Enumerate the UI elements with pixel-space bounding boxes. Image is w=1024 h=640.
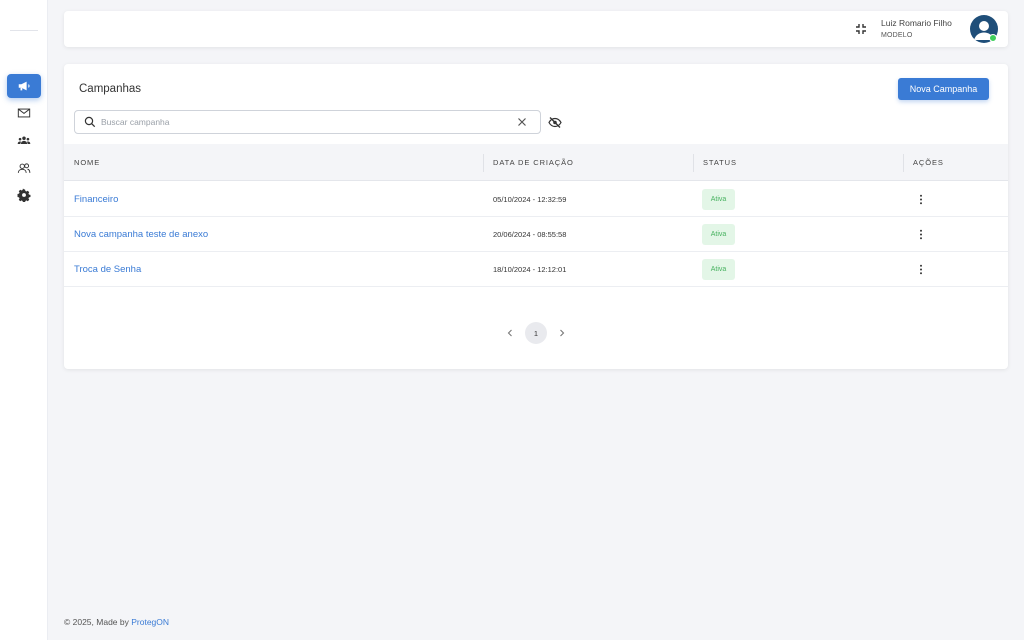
top-bar: Luiz Romario Filho MODELO [64,11,1008,47]
search-box [74,110,541,134]
campaign-name-link[interactable]: Troca de Senha [74,264,141,275]
collapse-icon[interactable] [854,22,868,36]
chevron-right-icon[interactable] [557,328,567,338]
more-vertical-icon[interactable] [916,194,926,205]
users-icon [17,163,31,173]
column-divider [903,154,904,172]
sidebar [0,0,48,640]
chevron-left-icon[interactable] [505,328,515,338]
sidebar-item-groups[interactable] [7,128,41,152]
column-header-name[interactable]: NOME [74,158,100,167]
table-row: Nova campanha teste de anexo 20/06/2024 … [64,217,1008,252]
column-header-status[interactable]: STATUS [703,158,737,167]
status-badge: Ativa [702,259,735,280]
column-divider [693,154,694,172]
clear-icon[interactable] [517,117,527,127]
column-divider [483,154,484,172]
status-badge: Ativa [702,189,735,210]
search-input[interactable] [101,113,501,131]
created-date: 20/06/2024 - 08:55:58 [493,230,567,239]
status-badge: Ativa [702,224,735,245]
campaigns-card: Campanhas Nova Campanha NOME DATA DE CRI… [64,64,1008,369]
footer: © 2025, Made by ProtegON [64,617,169,627]
user-name: Luiz Romario Filho [881,18,952,28]
sidebar-item-campaigns[interactable] [7,74,41,98]
sidebar-divider [10,30,38,31]
online-status-indicator [989,34,997,42]
mail-icon [17,108,31,118]
footer-text: © 2025, Made by [64,617,132,627]
sidebar-item-settings[interactable] [7,183,41,207]
table-row: Troca de Senha 18/10/2024 - 12:12:01 Ati… [64,252,1008,287]
column-header-actions: AÇÕES [913,158,944,167]
created-date: 18/10/2024 - 12:12:01 [493,265,567,274]
column-header-created[interactable]: DATA DE CRIAÇÃO [493,158,574,167]
table-row: Financeiro 05/10/2024 - 12:32:59 Ativa [64,182,1008,217]
created-date: 05/10/2024 - 12:32:59 [493,195,567,204]
footer-link[interactable]: ProtegON [131,617,169,627]
gear-icon [17,188,31,202]
more-vertical-icon[interactable] [916,229,926,240]
campaign-name-link[interactable]: Financeiro [74,194,118,205]
campaign-name-link[interactable]: Nova campanha teste de anexo [74,229,208,240]
more-vertical-icon[interactable] [916,264,926,275]
new-campaign-button[interactable]: Nova Campanha [898,78,989,100]
group-icon [17,136,31,144]
sidebar-item-users[interactable] [7,156,41,180]
page-title: Campanhas [79,83,142,95]
eye-off-icon[interactable] [548,116,562,129]
sidebar-item-messages[interactable] [7,101,41,125]
pagination-page-button[interactable]: 1 [525,322,547,344]
user-role: MODELO [881,32,913,39]
megaphone-icon [18,81,30,91]
search-icon [84,116,96,128]
table-header: NOME DATA DE CRIAÇÃO STATUS AÇÕES [64,144,1008,181]
